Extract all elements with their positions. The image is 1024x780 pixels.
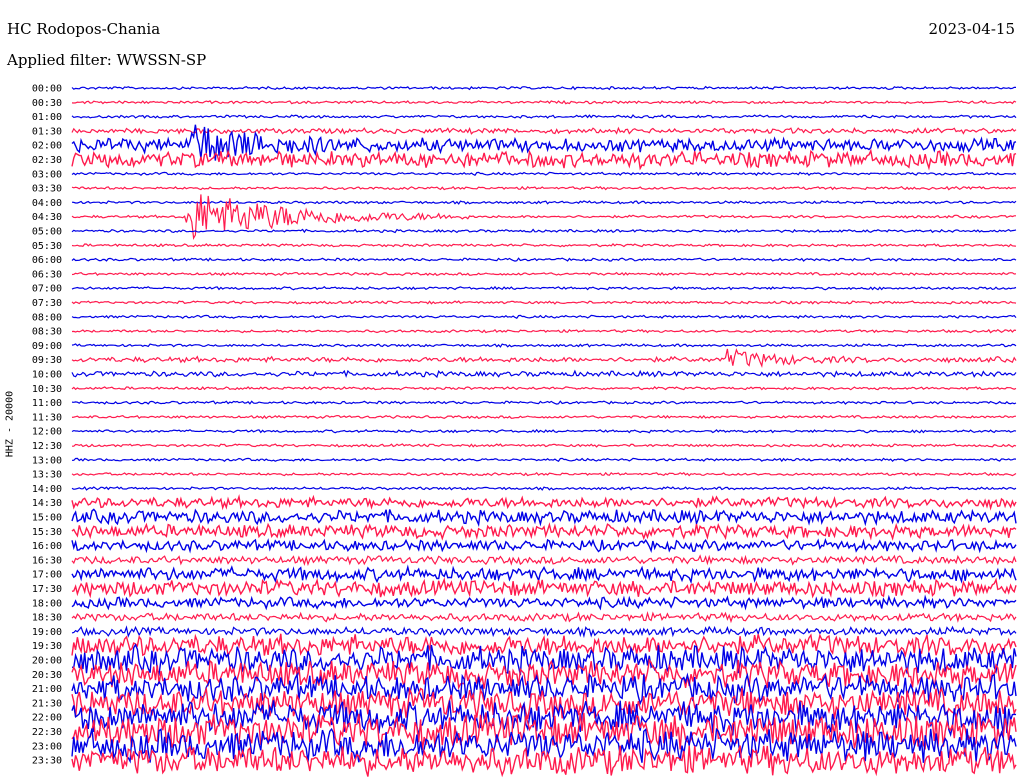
time-tick-label: 15:30 <box>32 527 62 538</box>
seismic-trace-0030 <box>71 99 1017 105</box>
time-tick-label: 11:30 <box>32 412 62 423</box>
time-tick-label: 13:00 <box>32 455 62 466</box>
time-tick-label: 16:00 <box>32 541 62 552</box>
time-tick-label: 01:00 <box>32 112 62 123</box>
seismic-trace-0630 <box>71 271 1017 277</box>
time-tick-label: 00:00 <box>32 84 62 95</box>
time-tick-label: 12:30 <box>32 441 62 452</box>
time-tick-label: 13:30 <box>32 470 62 481</box>
seismic-trace-0100 <box>71 114 1017 119</box>
time-tick-label: 07:30 <box>32 298 62 309</box>
time-tick-label: 08:30 <box>32 327 62 338</box>
seismic-trace-1530 <box>71 522 1017 541</box>
seismic-trace-0730 <box>71 300 1017 305</box>
seismic-trace-0130 <box>71 126 1017 135</box>
time-tick-label: 23:00 <box>32 741 62 752</box>
time-tick-label: 05:30 <box>32 241 62 252</box>
seismic-trace-1130 <box>71 414 1017 420</box>
seismic-trace-1600 <box>71 538 1017 554</box>
helicorder-plot: 00:00 00:30 01:00 01:30 02:00 02:30 03:00 03:30… <box>32 84 1017 778</box>
seismic-trace-1000 <box>71 369 1017 379</box>
seismic-trace-1330 <box>71 471 1017 477</box>
seismic-traces <box>71 85 1017 778</box>
time-tick-label: 02:00 <box>32 141 62 152</box>
time-tick-label: 01:30 <box>32 126 62 137</box>
time-tick-label: 21:30 <box>32 698 62 709</box>
time-tick-label: 07:00 <box>32 284 62 295</box>
time-tick-label: 09:00 <box>32 341 62 352</box>
time-tick-label: 22:30 <box>32 727 62 738</box>
time-tick-label: 08:00 <box>32 312 62 323</box>
seismic-trace-0800 <box>71 314 1017 320</box>
time-tick-label: 00:30 <box>32 98 62 109</box>
seismic-trace-1300 <box>72 457 1017 463</box>
time-tick-label: 09:30 <box>32 355 62 366</box>
time-tick-label: 03:00 <box>32 169 62 180</box>
seismic-trace-0700 <box>71 285 1017 291</box>
seismic-trace-1830 <box>71 610 1017 624</box>
seismic-trace-0300 <box>71 171 1017 177</box>
time-tick-labels: 00:00 00:30 01:00 01:30 02:00 02:30 03:00 03:30… <box>32 84 62 767</box>
time-tick-label: 10:30 <box>32 384 62 395</box>
time-tick-label: 22:00 <box>32 713 62 724</box>
time-tick-label: 06:30 <box>32 269 62 280</box>
time-tick-label: 19:00 <box>32 627 62 638</box>
time-tick-label: 18:00 <box>32 598 62 609</box>
time-tick-label: 04:30 <box>32 212 62 223</box>
seismic-trace-1630 <box>71 554 1017 567</box>
time-tick-label: 21:00 <box>32 684 62 695</box>
seismic-trace-0830 <box>71 328 1017 334</box>
seismic-trace-1100 <box>71 400 1017 405</box>
time-tick-label: 14:30 <box>32 498 62 509</box>
seismic-trace-1030 <box>71 386 1017 391</box>
seismic-trace-1800 <box>71 594 1017 611</box>
seismic-trace-1500 <box>71 508 1017 528</box>
seismic-trace-0600 <box>71 257 1017 262</box>
seismic-trace-0900 <box>71 343 1017 348</box>
time-tick-label: 17:00 <box>32 570 62 581</box>
seismic-trace-0400 <box>71 200 1017 205</box>
seismic-trace-1400 <box>71 486 1017 491</box>
time-tick-label: 23:30 <box>32 756 62 767</box>
time-tick-label: 11:00 <box>32 398 62 409</box>
time-tick-label: 15:00 <box>32 513 62 524</box>
seismic-trace-0530 <box>71 243 1017 248</box>
time-tick-label: 20:30 <box>32 670 62 681</box>
time-tick-label: 04:00 <box>32 198 62 209</box>
seismic-trace-0500 <box>71 228 1017 234</box>
time-tick-label: 12:00 <box>32 427 62 438</box>
time-tick-label: 10:00 <box>32 370 62 381</box>
time-tick-label: 03:30 <box>32 184 62 195</box>
time-tick-label: 16:30 <box>32 555 62 566</box>
time-tick-label: 14:00 <box>32 484 62 495</box>
time-tick-label: 18:30 <box>32 613 62 624</box>
seismic-trace-0000 <box>71 85 1016 91</box>
seismic-trace-1430 <box>71 493 1017 511</box>
time-tick-label: 17:30 <box>32 584 62 595</box>
time-tick-label: 19:30 <box>32 641 62 652</box>
time-tick-label: 02:30 <box>32 155 62 166</box>
seismic-trace-0330 <box>71 185 1016 191</box>
seismic-trace-0230 <box>71 148 1017 171</box>
seismic-trace-1900 <box>71 625 1017 639</box>
seismic-trace-1700 <box>71 564 1017 585</box>
seismic-trace-1200 <box>71 428 1017 434</box>
time-tick-label: 20:00 <box>32 656 62 667</box>
time-tick-label: 06:00 <box>32 255 62 266</box>
seismic-trace-0930 <box>71 348 1017 369</box>
seismic-trace-1230 <box>72 443 1017 448</box>
time-tick-label: 05:00 <box>32 227 62 238</box>
seismic-trace-1730 <box>71 577 1017 599</box>
